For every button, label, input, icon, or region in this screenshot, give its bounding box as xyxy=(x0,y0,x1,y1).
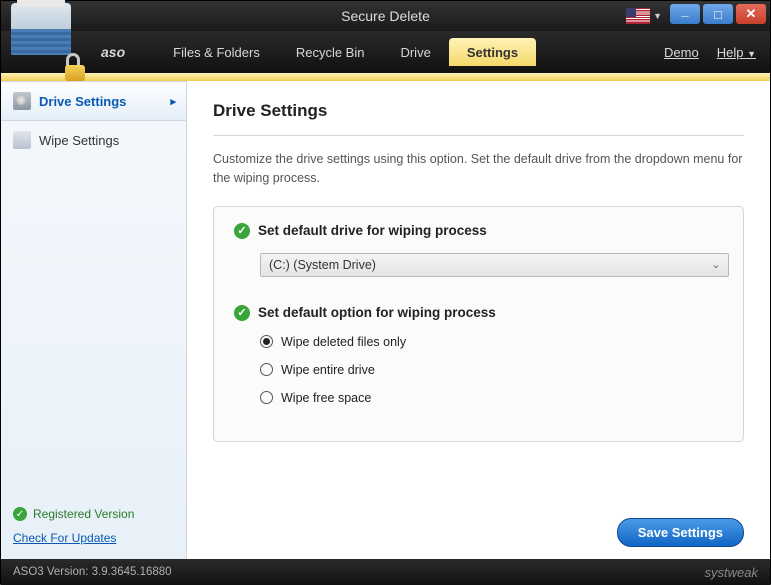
language-dropdown-icon[interactable]: ▼ xyxy=(653,11,662,21)
tab-settings[interactable]: Settings xyxy=(449,38,536,66)
window-controls: _ □ ✕ xyxy=(670,4,766,24)
brand-label: aso xyxy=(101,44,125,60)
wipe-icon xyxy=(13,131,31,149)
sidebar-item-wipe-settings[interactable]: Wipe Settings xyxy=(1,121,186,159)
radio-wipe-free[interactable]: Wipe free space xyxy=(260,391,723,405)
radio-icon xyxy=(260,391,273,404)
radio-icon xyxy=(260,335,273,348)
divider xyxy=(213,135,744,136)
toolbar-right-links: Demo Help ▼ xyxy=(664,45,756,60)
radio-icon xyxy=(260,363,273,376)
tab-drive[interactable]: Drive xyxy=(382,38,448,66)
main-toolbar: aso Files & Folders Recycle Bin Drive Se… xyxy=(1,31,770,73)
sidebar-item-label: Drive Settings xyxy=(39,94,126,109)
section-heading-label: Set default drive for wiping process xyxy=(258,223,487,238)
check-icon: ✓ xyxy=(234,223,250,239)
radio-label: Wipe deleted files only xyxy=(281,335,406,349)
title-bar: Secure Delete ▼ _ □ ✕ xyxy=(1,1,770,31)
section-default-option-heading: ✓ Set default option for wiping process xyxy=(234,305,723,321)
sidebar-footer: ✓ Registered Version Check For Updates xyxy=(1,497,186,559)
registered-label: Registered Version xyxy=(33,507,134,521)
main-area: Drive Settings Wipe Settings ✓ Registere… xyxy=(1,81,770,559)
radio-wipe-deleted[interactable]: Wipe deleted files only xyxy=(260,335,723,349)
app-logo xyxy=(7,3,89,77)
sidebar-item-label: Wipe Settings xyxy=(39,133,119,148)
radio-label: Wipe entire drive xyxy=(281,363,375,377)
page-description: Customize the drive settings using this … xyxy=(213,150,744,188)
shredder-icon xyxy=(11,3,71,55)
help-link-label: Help xyxy=(717,45,744,60)
close-button[interactable]: ✕ xyxy=(736,4,766,24)
chevron-down-icon: ⌄ xyxy=(711,258,720,271)
version-label: ASO3 Version: 3.9.3645.16880 xyxy=(13,566,172,578)
radio-wipe-entire[interactable]: Wipe entire drive xyxy=(260,363,723,377)
window-title: Secure Delete xyxy=(341,8,430,24)
status-bar: ASO3 Version: 3.9.3645.16880 systweak xyxy=(1,559,770,585)
sidebar-item-drive-settings[interactable]: Drive Settings xyxy=(1,81,186,121)
demo-link[interactable]: Demo xyxy=(664,45,699,60)
accent-strip xyxy=(1,73,770,81)
app-window: Secure Delete ▼ _ □ ✕ aso Files & Folder… xyxy=(0,0,771,584)
radio-label: Wipe free space xyxy=(281,391,371,405)
sidebar: Drive Settings Wipe Settings ✓ Registere… xyxy=(1,81,187,559)
check-updates-link[interactable]: Check For Updates xyxy=(13,531,116,545)
language-flag-icon[interactable] xyxy=(626,8,650,24)
company-brand: systweak xyxy=(705,565,758,580)
registered-status: ✓ Registered Version xyxy=(13,507,174,521)
section-default-drive-heading: ✓ Set default drive for wiping process xyxy=(234,223,723,239)
check-icon: ✓ xyxy=(13,507,27,521)
check-icon: ✓ xyxy=(234,305,250,321)
tab-recycle-bin[interactable]: Recycle Bin xyxy=(278,38,383,66)
settings-panel: ✓ Set default drive for wiping process (… xyxy=(213,206,744,442)
drive-icon xyxy=(13,92,31,110)
minimize-button[interactable]: _ xyxy=(670,4,700,24)
page-title: Drive Settings xyxy=(213,101,744,121)
tab-files-folders[interactable]: Files & Folders xyxy=(155,38,278,66)
maximize-button[interactable]: □ xyxy=(703,4,733,24)
default-drive-dropdown[interactable]: (C:) (System Drive) ⌄ xyxy=(260,253,729,277)
content-pane: Drive Settings Customize the drive setti… xyxy=(187,81,770,559)
help-link[interactable]: Help ▼ xyxy=(717,45,756,60)
chevron-down-icon: ▼ xyxy=(747,49,756,59)
selected-drive-label: (C:) (System Drive) xyxy=(269,258,376,272)
padlock-icon xyxy=(65,55,87,81)
save-settings-button[interactable]: Save Settings xyxy=(617,518,744,547)
section-heading-label: Set default option for wiping process xyxy=(258,305,496,320)
